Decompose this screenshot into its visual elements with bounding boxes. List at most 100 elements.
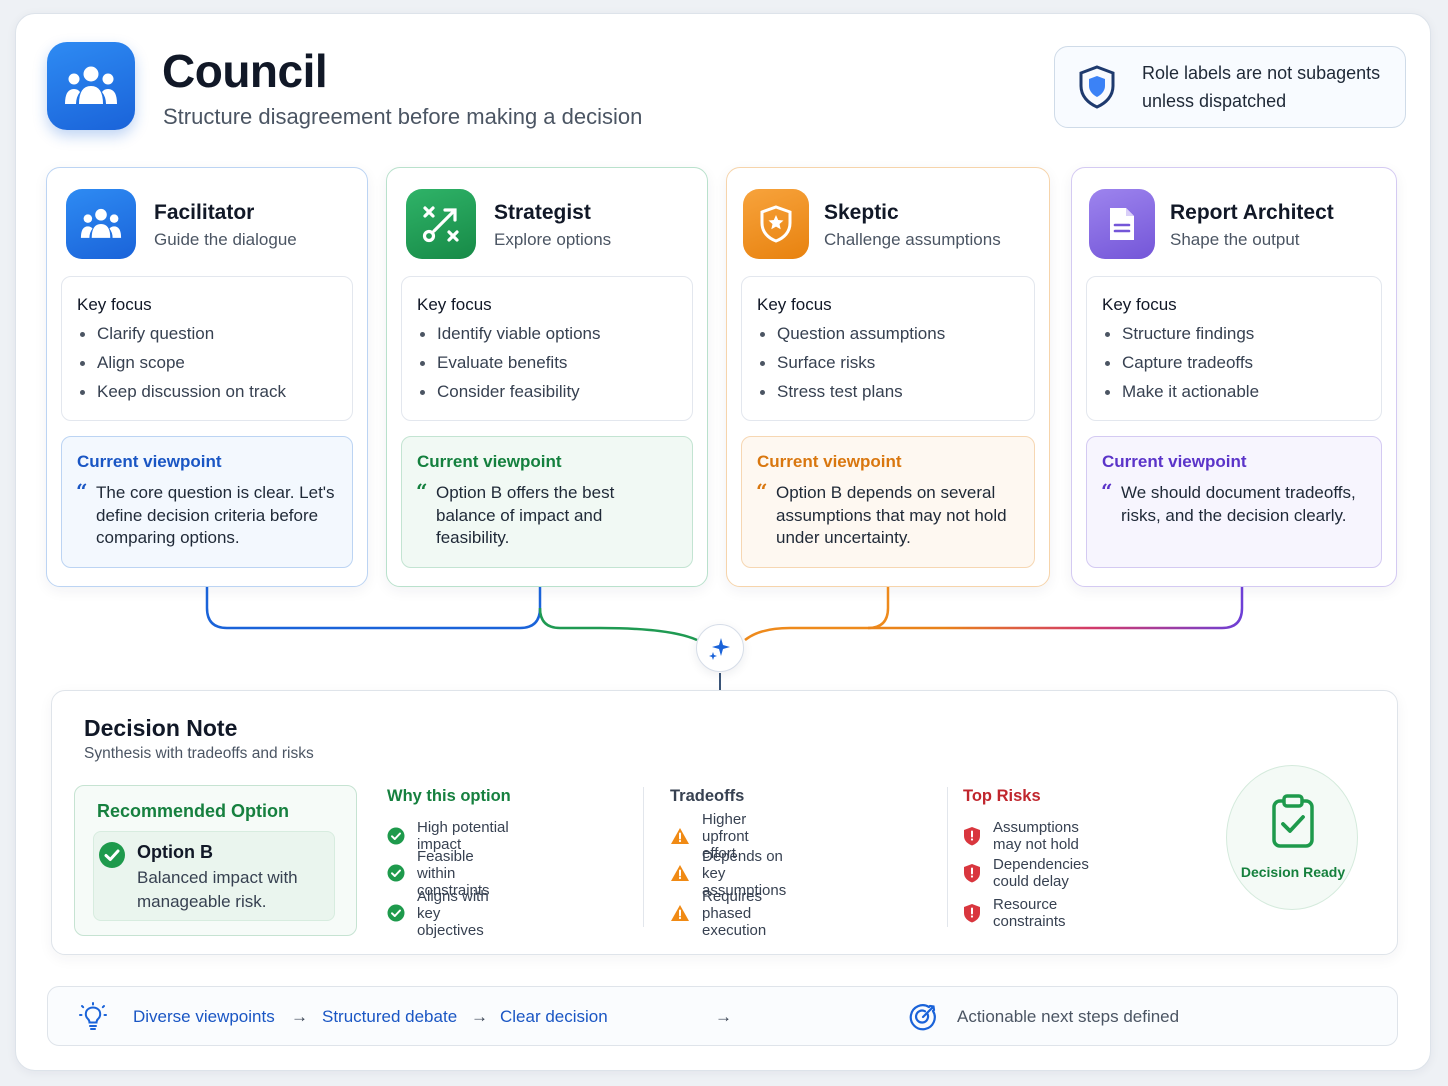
list-item: Aligns with key objectives — [387, 888, 511, 939]
warning-icon — [670, 903, 690, 923]
risk-item: Assumptions may not hold — [993, 819, 1079, 853]
process-footer: Diverse viewpoints → Structured debate →… — [47, 986, 1398, 1046]
focus-item: Capture tradeoffs — [1102, 353, 1259, 382]
divider — [947, 787, 948, 927]
key-focus-heading: Key focus — [417, 295, 492, 314]
why-column: Why this option High potential impact Fe… — [387, 787, 511, 939]
role-tagline: Explore options — [494, 230, 612, 249]
risk-item: Resource constraints — [993, 896, 1066, 930]
risk-item: Dependencies could delay — [993, 856, 1089, 890]
list-item: Assumptions may not hold — [963, 819, 1081, 853]
arrow-right-icon: → — [715, 1007, 732, 1026]
role-tagline: Shape the output — [1170, 230, 1300, 249]
focus-item: Evaluate benefits — [417, 353, 601, 382]
role-name: Skeptic — [824, 201, 899, 224]
shield-icon — [743, 189, 809, 259]
list-item: Depends on key assumptions — [670, 848, 786, 899]
focus-item: Align scope — [77, 353, 286, 382]
role-name: Strategist — [494, 201, 591, 224]
key-focus-box: Key focus Identify viable options Evalua… — [401, 276, 693, 421]
focus-item: Question assumptions — [757, 324, 945, 353]
check-circle-icon — [387, 826, 405, 846]
focus-item: Consider feasibility — [417, 382, 601, 411]
focus-item: Stress test plans — [757, 382, 945, 411]
decision-note: Decision Note Synthesis with tradeoffs a… — [51, 690, 1398, 955]
strategy-play-icon — [406, 189, 476, 259]
step-structured-debate: Structured debate — [322, 1007, 458, 1026]
step-clear-decision: Clear decision — [500, 1007, 608, 1026]
quote-icon: “ — [756, 479, 768, 503]
risk-shield-icon — [963, 826, 981, 846]
decision-ready-label: Decision Ready — [1240, 864, 1346, 880]
role-card-skeptic: Skeptic Challenge assumptions Key focus … — [726, 167, 1050, 587]
role-name: Report Architect — [1170, 201, 1334, 224]
option-description: Balanced impact with manageable risk. — [137, 868, 298, 911]
viewpoint-box: Current viewpoint “ The core question is… — [61, 436, 353, 568]
key-focus-box: Key focus Structure findings Capture tra… — [1086, 276, 1382, 421]
warning-icon — [670, 826, 690, 846]
key-focus-heading: Key focus — [77, 295, 152, 314]
list-item: Resource constraints — [963, 896, 1068, 930]
focus-item: Surface risks — [757, 353, 945, 382]
shield-icon — [1075, 64, 1119, 110]
role-name: Facilitator — [154, 201, 255, 224]
tradeoffs-column: Tradeoffs Higher upfront effort Depends … — [670, 787, 786, 939]
check-circle-icon — [98, 841, 126, 874]
role-card-strategist: Strategist Explore options Key focus Ide… — [386, 167, 708, 587]
role-tagline: Guide the dialogue — [154, 230, 297, 249]
key-focus-box: Key focus Clarify question Align scope K… — [61, 276, 353, 421]
role-tagline: Challenge assumptions — [824, 230, 1001, 249]
role-card-facilitator: Facilitator Guide the dialogue Key focus… — [46, 167, 368, 587]
decision-note-subtitle: Synthesis with tradeoffs and risks — [84, 745, 314, 762]
viewpoint-text: The core question is clear. Let's define… — [96, 483, 335, 547]
tradeoff-item: Requires phased execution — [702, 887, 767, 939]
focus-item: Identify viable options — [417, 324, 601, 353]
viewpoint-text: Option B offers the best balance of impa… — [436, 483, 615, 547]
check-circle-icon — [387, 863, 405, 883]
tradeoffs-heading: Tradeoffs — [670, 787, 745, 805]
decision-ready-badge: Decision Ready — [1226, 765, 1358, 910]
quote-icon: “ — [1101, 479, 1113, 503]
arrow-right-icon: → — [471, 1007, 488, 1026]
viewpoint-heading: Current viewpoint — [1102, 452, 1247, 471]
why-item: Aligns with key objectives — [417, 887, 489, 939]
key-focus-heading: Key focus — [757, 295, 832, 314]
outcome-text: Actionable next steps defined — [957, 1007, 1180, 1026]
page-subtitle: Structure disagreement before making a d… — [163, 104, 643, 129]
risks-column: Top Risks Assumptions may not hold Depen… — [963, 787, 1089, 930]
risk-shield-icon — [963, 863, 981, 883]
recommended-heading: Recommended Option — [97, 801, 290, 821]
divider — [643, 787, 644, 927]
risks-heading: Top Risks — [963, 787, 1041, 805]
focus-item: Clarify question — [77, 324, 286, 353]
lightbulb-icon — [79, 987, 107, 1047]
list-item: Higher upfront effort — [670, 811, 749, 862]
list-item: Feasible within constraints — [387, 848, 511, 899]
decision-note-title: Decision Note — [84, 715, 238, 741]
quote-icon: “ — [416, 479, 428, 503]
notice-text: Role labels are not subagents unless dis… — [1142, 63, 1381, 111]
viewpoint-box: Current viewpoint “ We should document t… — [1086, 436, 1382, 568]
why-heading: Why this option — [387, 787, 511, 805]
viewpoint-heading: Current viewpoint — [77, 452, 222, 471]
viewpoint-text: Option B depends on several assumptions … — [776, 483, 1007, 547]
focus-item: Make it actionable — [1102, 382, 1259, 411]
document-icon — [1089, 189, 1155, 259]
recommended-option: Recommended Option Option B Balanced imp… — [74, 785, 357, 936]
viewpoint-box: Current viewpoint “ Option B offers the … — [401, 436, 693, 568]
option-name: Option B — [137, 842, 213, 862]
viewpoint-text: We should document tradeoffs, risks, and… — [1121, 483, 1356, 525]
viewpoint-heading: Current viewpoint — [417, 452, 562, 471]
list-item: Dependencies could delay — [963, 856, 1091, 890]
warning-icon — [670, 863, 690, 883]
target-icon — [908, 987, 938, 1047]
clipboard-check-icon — [1270, 793, 1316, 854]
subagent-notice: Role labels are not subagents unless dis… — [1054, 46, 1406, 128]
risk-shield-icon — [963, 903, 981, 923]
focus-item: Keep discussion on track — [77, 382, 286, 411]
focus-item: Structure findings — [1102, 324, 1259, 353]
viewpoint-box: Current viewpoint “ Option B depends on … — [741, 436, 1035, 568]
step-diverse-viewpoints: Diverse viewpoints — [133, 1007, 275, 1026]
option-box: Option B Balanced impact with manageable… — [93, 831, 335, 921]
key-focus-heading: Key focus — [1102, 295, 1177, 314]
